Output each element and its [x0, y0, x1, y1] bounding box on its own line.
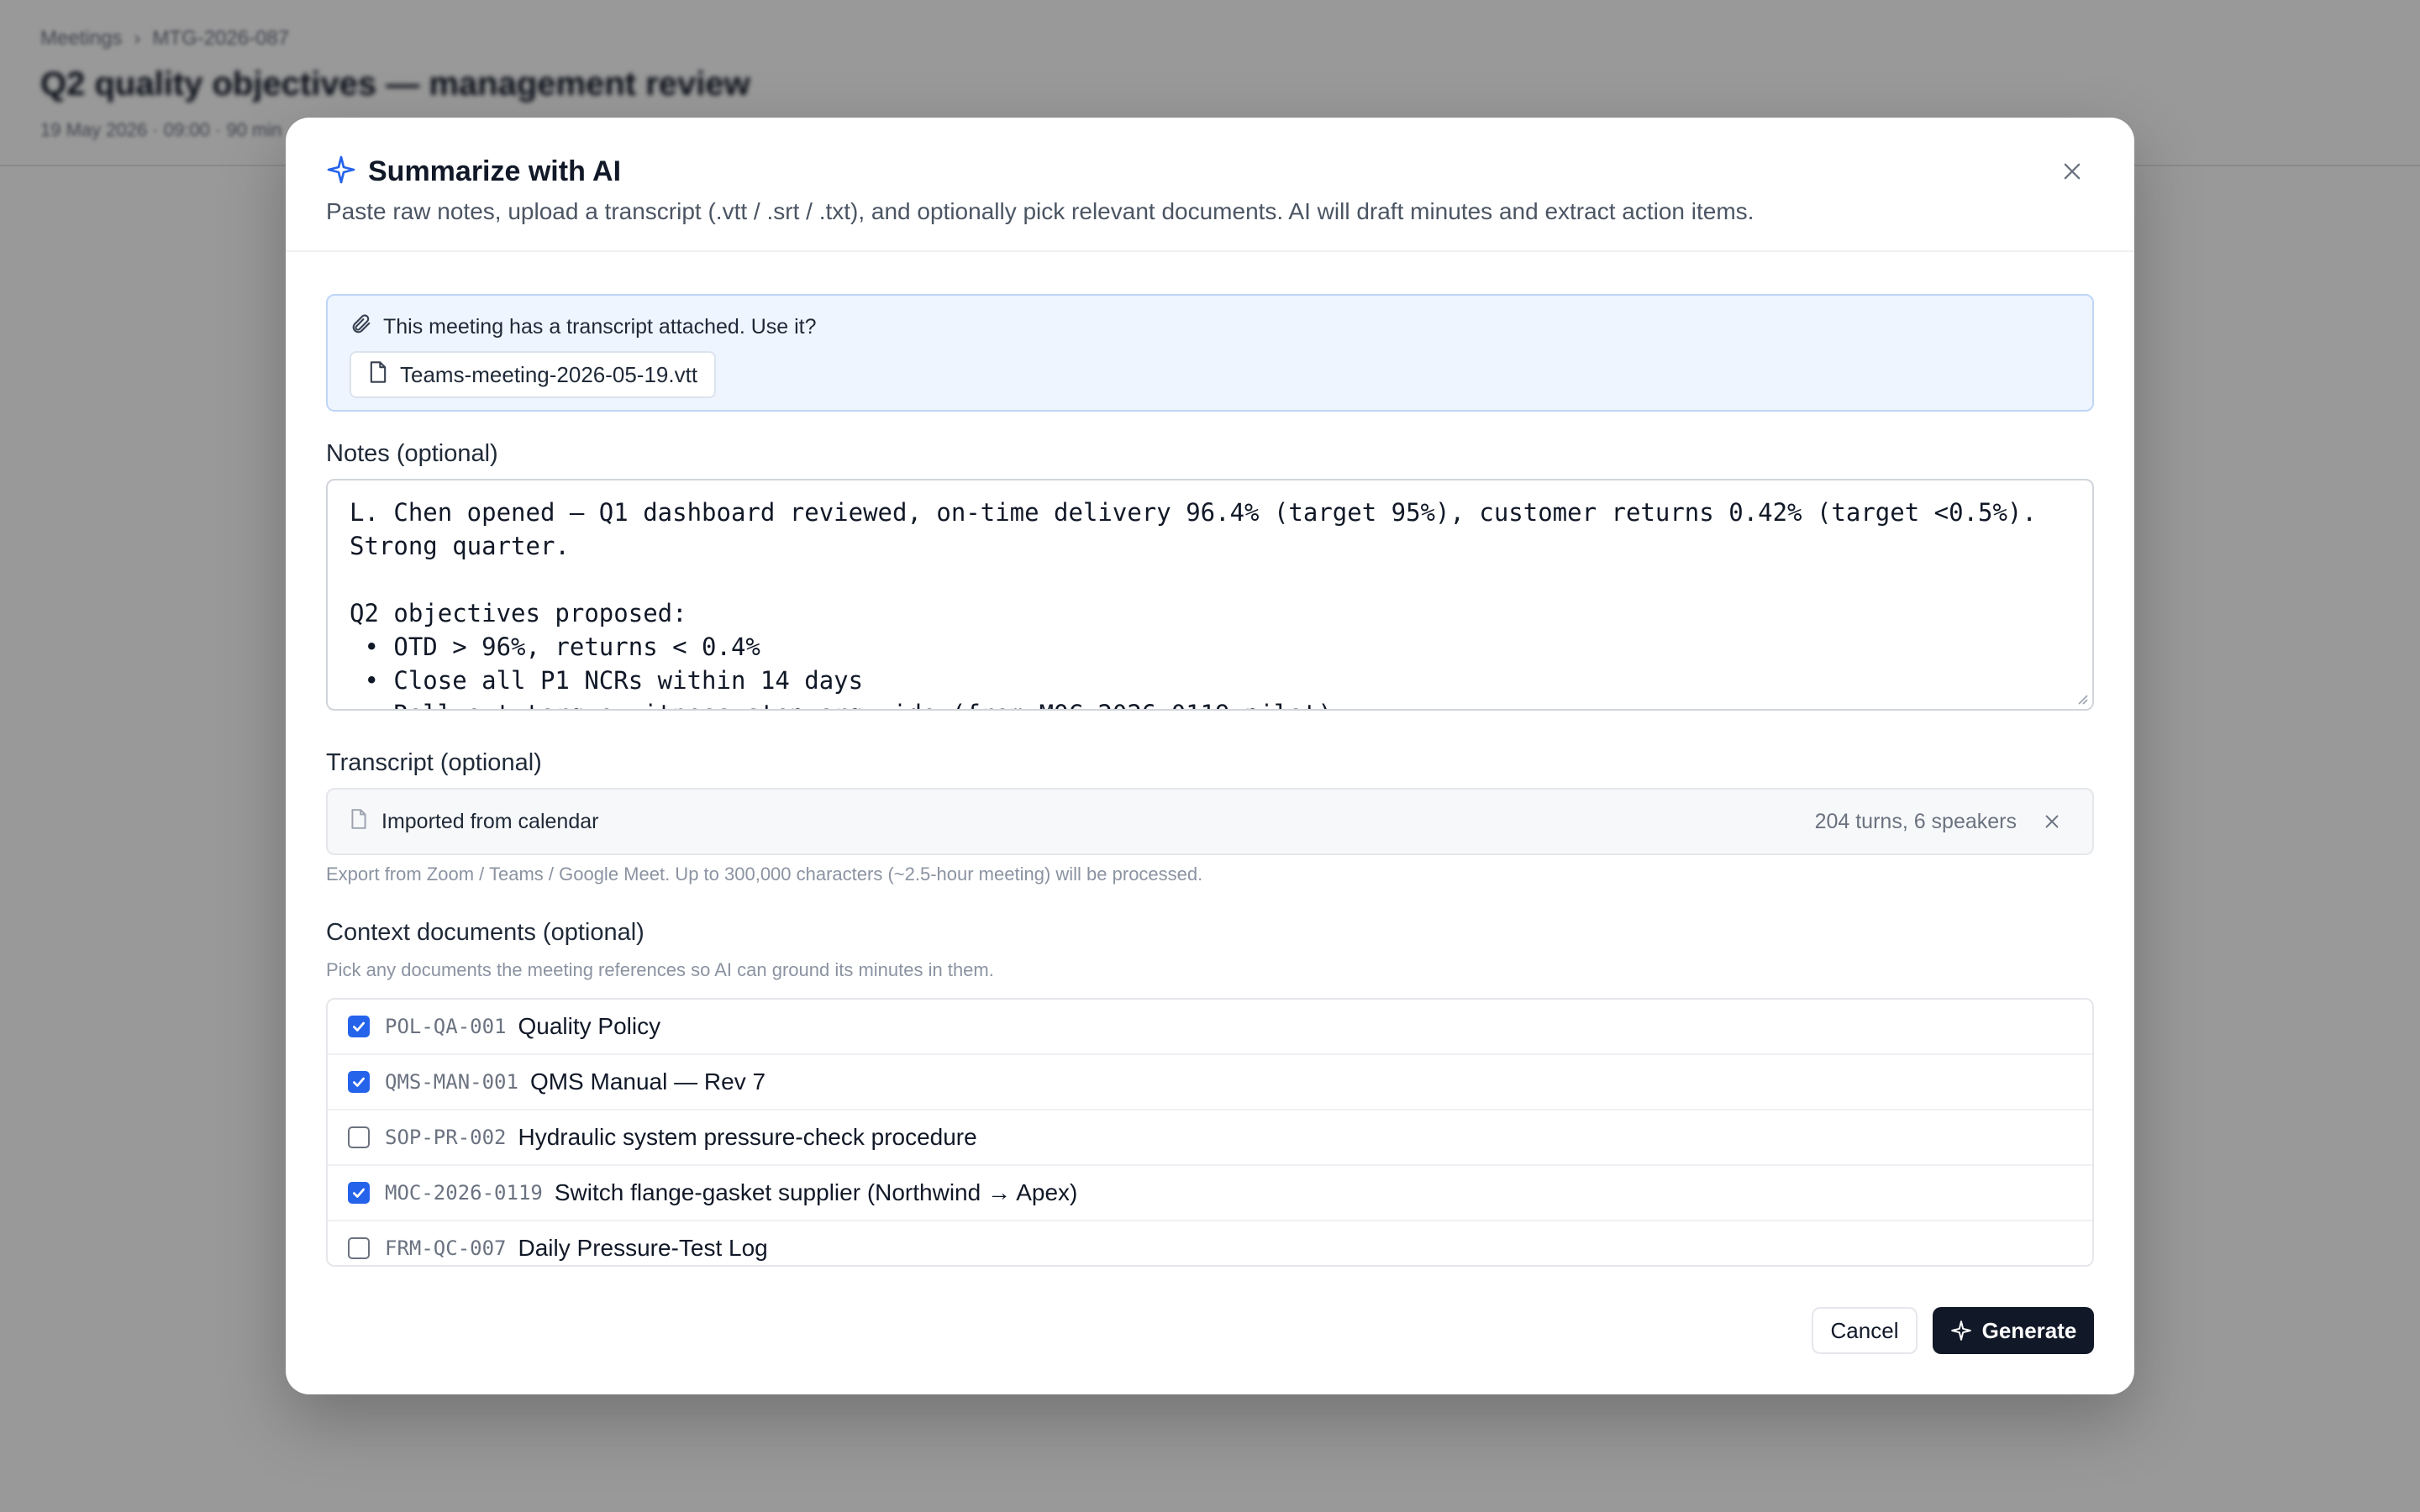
summarize-dialog: Summarize with AI Paste raw notes, uploa… [286, 118, 2134, 1394]
sparkle-icon [326, 155, 356, 189]
document-checkbox[interactable] [348, 1071, 370, 1093]
dialog-header: Summarize with AI Paste raw notes, uploa… [286, 118, 2134, 252]
generate-label: Generate [1981, 1317, 2077, 1343]
document-code: POL-QA-001 [385, 1015, 507, 1038]
documents-help: Pick any documents the meeting reference… [326, 959, 994, 980]
notes-label: Notes (optional) [326, 440, 498, 467]
notes-textarea[interactable]: L. Chen opened — Q1 dashboard reviewed, … [326, 479, 2094, 711]
paperclip-icon [350, 312, 373, 342]
document-title: Hydraulic system pressure-check procedur… [518, 1124, 977, 1150]
document-title: Daily Pressure-Test Log [518, 1235, 768, 1261]
document-code: SOP-PR-002 [385, 1126, 507, 1149]
transcript-source: Imported from calendar [381, 809, 599, 833]
document-row[interactable]: SOP-PR-002 Hydraulic system pressure-che… [328, 1110, 2092, 1166]
document-checkbox[interactable] [348, 1016, 370, 1037]
banner-text: This meeting has a transcript attached. … [383, 315, 817, 339]
documents-label: Context documents (optional) [326, 919, 644, 946]
dialog-description: Paste raw notes, upload a transcript (.v… [326, 198, 1754, 224]
transcript-banner: This meeting has a transcript attached. … [326, 294, 2094, 412]
document-code: MOC-2026-0119 [385, 1181, 543, 1205]
document-row[interactable]: QMS-MAN-001 QMS Manual — Rev 7 [328, 1055, 2092, 1110]
document-title: Quality Policy [518, 1013, 661, 1039]
file-icon [350, 808, 368, 836]
close-button[interactable] [2054, 153, 2091, 190]
document-code: QMS-MAN-001 [385, 1070, 518, 1094]
document-code: FRM-QC-007 [385, 1236, 507, 1260]
cancel-button[interactable]: Cancel [1812, 1307, 1918, 1354]
transcript-input[interactable]: Imported from calendar 204 turns, 6 spea… [326, 788, 2094, 855]
dialog-title: Summarize with AI [368, 155, 622, 187]
transcript-stats: 204 turns, 6 speakers [1814, 809, 2017, 833]
document-row[interactable]: FRM-QC-007 Daily Pressure-Test Log [328, 1221, 2092, 1265]
remove-transcript-button[interactable] [2040, 810, 2064, 833]
document-checkbox[interactable] [348, 1182, 370, 1204]
transcript-label: Transcript (optional) [326, 749, 542, 776]
document-row[interactable]: POL-QA-001 Quality Policy [328, 1000, 2092, 1055]
document-row[interactable]: MOC-2026-0119 Switch flange-gasket suppl… [328, 1166, 2092, 1221]
resize-grip-icon[interactable] [2074, 690, 2089, 706]
file-name: Teams-meeting-2026-05-19.vtt [400, 361, 698, 387]
close-icon [2064, 163, 2081, 180]
document-title: Switch flange-gasket supplier (Northwind… [554, 1179, 1078, 1205]
file-icon [368, 360, 388, 390]
document-checkbox[interactable] [348, 1126, 370, 1148]
document-title: QMS Manual — Rev 7 [529, 1068, 766, 1095]
documents-list: POL-QA-001 Quality Policy QMS-MAN-001 QM… [326, 998, 2094, 1267]
notes-text: L. Chen opened — Q1 dashboard reviewed, … [350, 498, 2037, 709]
generate-button[interactable]: Generate [1933, 1307, 2094, 1354]
transcript-help: Export from Zoom / Teams / Google Meet. … [326, 864, 1203, 885]
sparkle-icon [1950, 1320, 1971, 1341]
attached-transcript-chip[interactable]: Teams-meeting-2026-05-19.vtt [350, 351, 717, 398]
close-icon [2045, 815, 2059, 828]
document-checkbox[interactable] [348, 1237, 370, 1259]
